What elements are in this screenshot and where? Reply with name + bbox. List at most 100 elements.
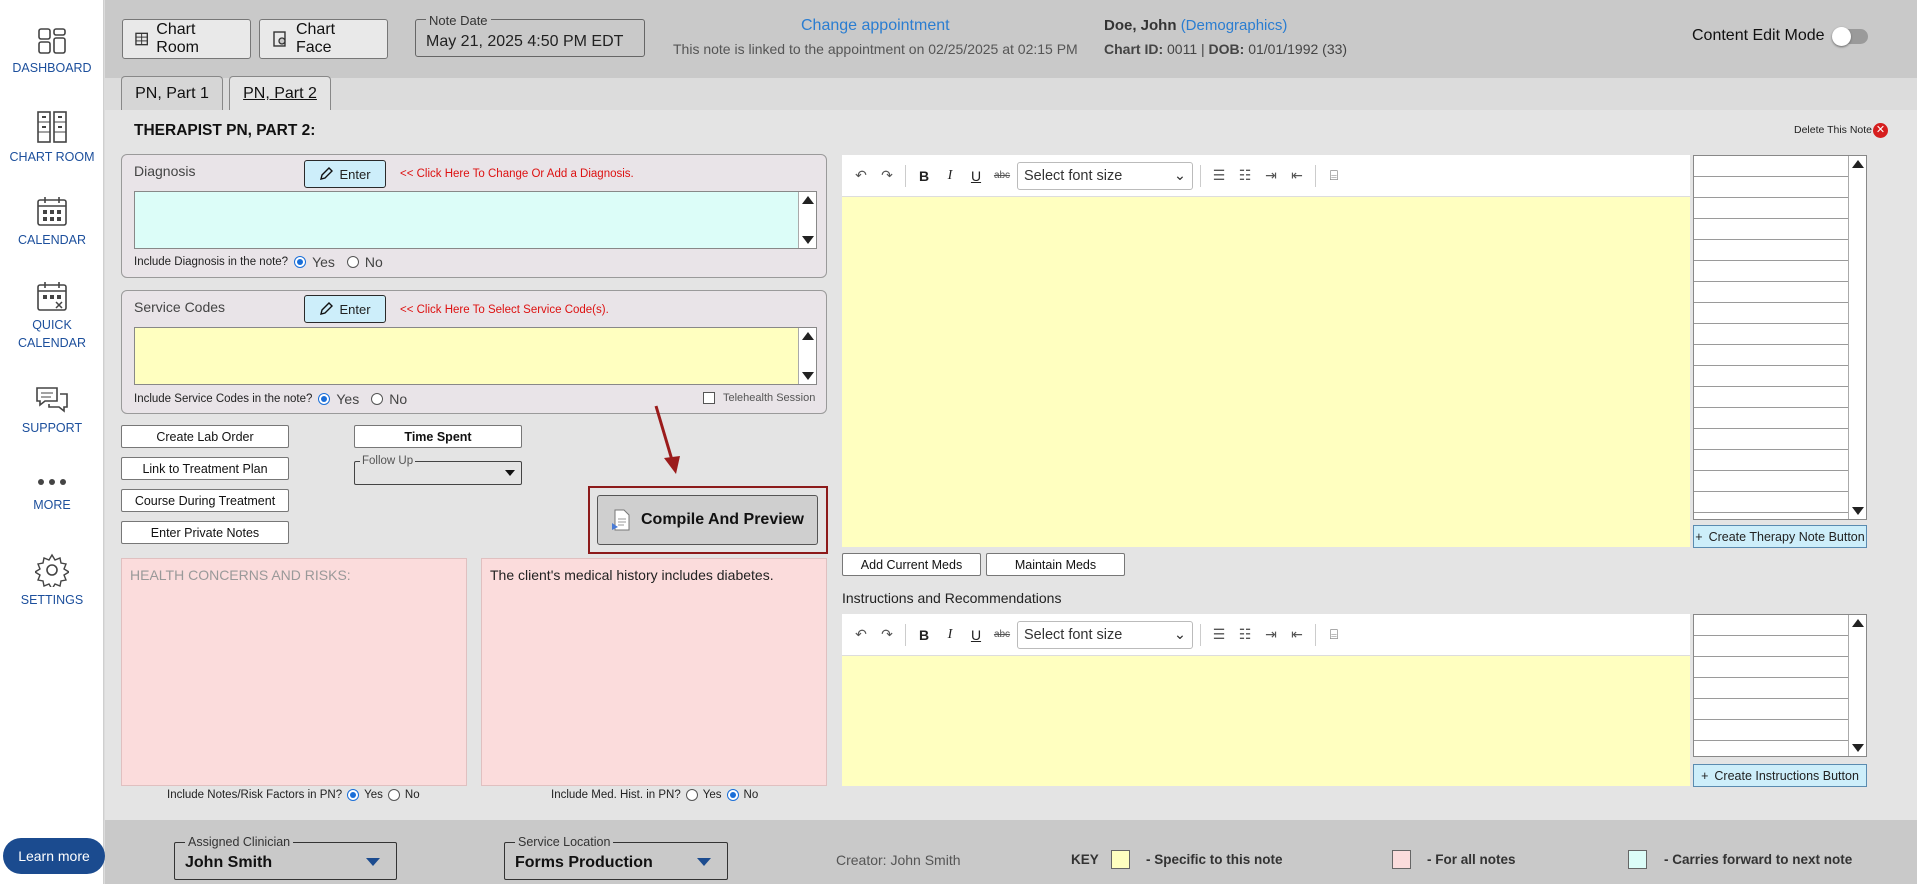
service-codes-enter-button[interactable]: Enter [304, 295, 386, 323]
italic-button[interactable]: I [939, 624, 961, 646]
maintain-meds-button[interactable]: Maintain Meds [986, 553, 1125, 576]
font-size-select[interactable]: Select font size ⌄ [1017, 161, 1193, 190]
risk-yes-radio[interactable] [347, 789, 360, 801]
delete-note-icon[interactable]: ✕ [1873, 123, 1888, 138]
undo-icon[interactable]: ↶ [850, 165, 872, 187]
unordered-list-icon[interactable]: ☷ [1234, 165, 1256, 187]
content-edit-toggle[interactable] [1832, 27, 1868, 46]
sidebar-item-support[interactable]: SUPPORT [0, 385, 104, 437]
outdent-icon[interactable]: ⇤ [1286, 624, 1308, 646]
bold-button[interactable]: B [913, 165, 935, 187]
diagnosis-include-label: Include Diagnosis in the note? [134, 256, 289, 268]
sidebar-item-calendar[interactable]: CALENDAR [0, 195, 104, 249]
diagnosis-panel: Diagnosis Enter << Click Here To Change … [121, 154, 827, 278]
undo-icon[interactable]: ↶ [850, 624, 872, 646]
diagnosis-scrollbar[interactable] [798, 192, 816, 248]
compile-preview-button[interactable]: Compile And Preview [597, 495, 818, 545]
note-date-value: May 21, 2025 4:50 PM EDT [426, 33, 624, 50]
therapy-list-scrollbar[interactable] [1848, 156, 1866, 519]
diagnosis-include-row: Include Diagnosis in the note? Yes No [134, 254, 389, 270]
instructions-editor[interactable] [842, 656, 1690, 786]
sidebar-item-chart-room[interactable]: CHART ROOM [0, 110, 104, 166]
medhist-no-radio[interactable] [726, 789, 739, 801]
service-codes-yes-radio[interactable] [318, 393, 331, 405]
diagnosis-enter-button[interactable]: Enter [304, 160, 386, 188]
diagnosis-no-radio[interactable] [346, 256, 359, 268]
key-pink-swatch [1392, 850, 1411, 869]
follow-up-select[interactable]: Follow Up [354, 455, 522, 485]
link-treatment-plan-button[interactable]: Link to Treatment Plan [121, 457, 289, 480]
tab-pn-part-1[interactable]: PN, Part 1 [121, 76, 223, 111]
underline-button[interactable]: U [965, 624, 987, 646]
key-label: KEY [1071, 852, 1099, 867]
redo-icon[interactable]: ↷ [876, 624, 898, 646]
therapy-note-editor[interactable] [842, 197, 1690, 547]
chart-room-button[interactable]: Chart Room [122, 19, 251, 59]
redo-icon[interactable]: ↷ [876, 165, 898, 187]
risk-no-radio[interactable] [387, 789, 400, 801]
chart-face-button[interactable]: Chart Face [259, 19, 388, 59]
sidebar-item-more[interactable]: MORE [0, 472, 104, 514]
chart-id-label: Chart ID: [1104, 41, 1164, 57]
change-appointment-link[interactable]: Change appointment [801, 17, 950, 35]
underline-button[interactable]: U [965, 165, 987, 187]
course-during-treatment-button[interactable]: Course During Treatment [121, 489, 289, 512]
assigned-clinician-select[interactable]: Assigned Clinician John Smith [174, 835, 397, 880]
medhist-no-label: No [743, 789, 759, 801]
therapy-note-list[interactable] [1693, 155, 1867, 520]
tab-pn-part-2[interactable]: PN, Part 2 [229, 76, 331, 111]
patient-name: Doe, John [1104, 17, 1177, 34]
instructions-list[interactable] [1693, 614, 1867, 757]
create-instructions-button[interactable]: + Create Instructions Button [1693, 764, 1867, 787]
service-codes-textarea[interactable] [134, 327, 817, 385]
service-location-select[interactable]: Service Location Forms Production [504, 835, 728, 880]
indent-icon[interactable]: ⇥ [1260, 165, 1282, 187]
service-codes-enter-label: Enter [339, 301, 371, 317]
instructions-list-scrollbar[interactable] [1848, 615, 1866, 756]
plus-icon: + [1701, 768, 1709, 783]
time-spent-button[interactable]: Time Spent [354, 425, 522, 448]
unordered-list-icon[interactable]: ☷ [1234, 624, 1256, 646]
demographics-link[interactable]: (Demographics) [1181, 17, 1288, 34]
chevron-down-icon: ⌄ [1173, 626, 1186, 643]
service-location-label: Service Location [515, 835, 614, 849]
create-therapy-note-button[interactable]: + Create Therapy Note Button [1693, 525, 1867, 548]
add-current-meds-button[interactable]: Add Current Meds [842, 553, 981, 576]
outdent-icon[interactable]: ⇤ [1286, 165, 1308, 187]
medhist-yes-label: Yes [702, 789, 722, 801]
sidebar-label-quick-calendar: CALENDAR [17, 336, 87, 350]
service-codes-no-radio[interactable] [371, 393, 384, 405]
learn-more-button[interactable]: Learn more [3, 838, 105, 874]
service-codes-scrollbar[interactable] [798, 328, 816, 384]
medhist-yes-radio[interactable] [685, 789, 698, 801]
source-code-icon[interactable]: ⌸ [1323, 165, 1345, 187]
enter-private-notes-button[interactable]: Enter Private Notes [121, 521, 289, 544]
ordered-list-icon[interactable]: ☰ [1208, 165, 1230, 187]
medical-history-textarea[interactable]: The client's medical history includes di… [481, 558, 827, 786]
strikethrough-button[interactable]: abc [991, 624, 1013, 646]
source-code-icon[interactable]: ⌸ [1323, 624, 1345, 646]
diagnosis-textarea[interactable] [134, 191, 817, 249]
telehealth-checkbox[interactable] [703, 392, 715, 404]
diagnosis-yes-radio[interactable] [294, 256, 307, 268]
diagnosis-yes-label: Yes [312, 254, 335, 270]
sidebar-item-quick-calendar[interactable]: QUICK CALENDAR [0, 280, 104, 352]
sidebar-label-calendar: CALENDAR [17, 233, 87, 247]
key-all-text: - For all notes [1427, 852, 1516, 867]
quick-calendar-icon [37, 282, 67, 311]
indent-icon[interactable]: ⇥ [1260, 624, 1282, 646]
create-lab-order-button[interactable]: Create Lab Order [121, 425, 289, 448]
health-concerns-textarea[interactable]: HEALTH CONCERNS AND RISKS: [121, 558, 467, 786]
ordered-list-icon[interactable]: ☰ [1208, 624, 1230, 646]
note-date-field[interactable]: Note Date May 21, 2025 4:50 PM EDT [415, 13, 645, 57]
strikethrough-button[interactable]: abc [991, 165, 1013, 187]
tab-pn-part-1-label: PN, Part 1 [135, 85, 209, 102]
sidebar-item-dashboard[interactable]: DASHBOARD [0, 27, 104, 77]
font-size-placeholder: Select font size [1024, 626, 1123, 643]
diagnosis-title: Diagnosis [134, 163, 196, 179]
italic-button[interactable]: I [939, 165, 961, 187]
font-size-select[interactable]: Select font size ⌄ [1017, 620, 1193, 649]
bold-button[interactable]: B [913, 624, 935, 646]
service-codes-hint: << Click Here To Select Service Code(s). [400, 304, 609, 316]
sidebar-item-settings[interactable]: SETTINGS [0, 553, 104, 609]
